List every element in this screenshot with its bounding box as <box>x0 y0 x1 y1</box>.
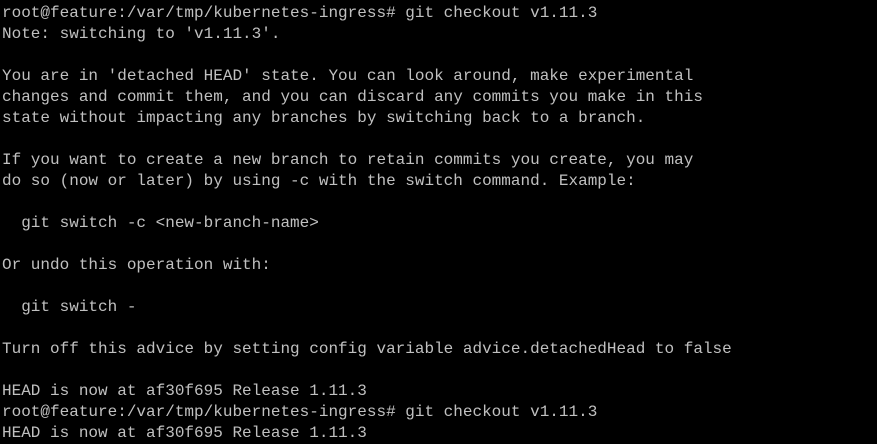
output-line: Note: switching to 'v1.11.3'. <box>2 25 281 43</box>
output-line: changes and commit them, and you can dis… <box>2 88 703 106</box>
output-line: You are in 'detached HEAD' state. You ca… <box>2 67 694 85</box>
command-example-line: git switch -c <new-branch-name> <box>2 214 319 232</box>
prompt-line: root@feature:/var/tmp/kubernetes-ingress… <box>2 403 598 421</box>
scroll-edge <box>0 0 877 2</box>
output-line: HEAD is now at af30f695 Release 1.11.3 <box>2 424 367 442</box>
output-line: HEAD is now at af30f695 Release 1.11.3 <box>2 382 367 400</box>
output-line: If you want to create a new branch to re… <box>2 151 694 169</box>
terminal-window[interactable]: root@feature:/var/tmp/kubernetes-ingress… <box>0 0 877 444</box>
output-line: state without impacting any branches by … <box>2 109 646 127</box>
command-example-line: git switch - <box>2 298 137 316</box>
output-line: Turn off this advice by setting config v… <box>2 340 732 358</box>
terminal-output[interactable]: root@feature:/var/tmp/kubernetes-ingress… <box>2 3 874 444</box>
output-line: Or undo this operation with: <box>2 256 271 274</box>
output-line: do so (now or later) by using -c with th… <box>2 172 636 190</box>
prompt-line: root@feature:/var/tmp/kubernetes-ingress… <box>2 4 598 22</box>
